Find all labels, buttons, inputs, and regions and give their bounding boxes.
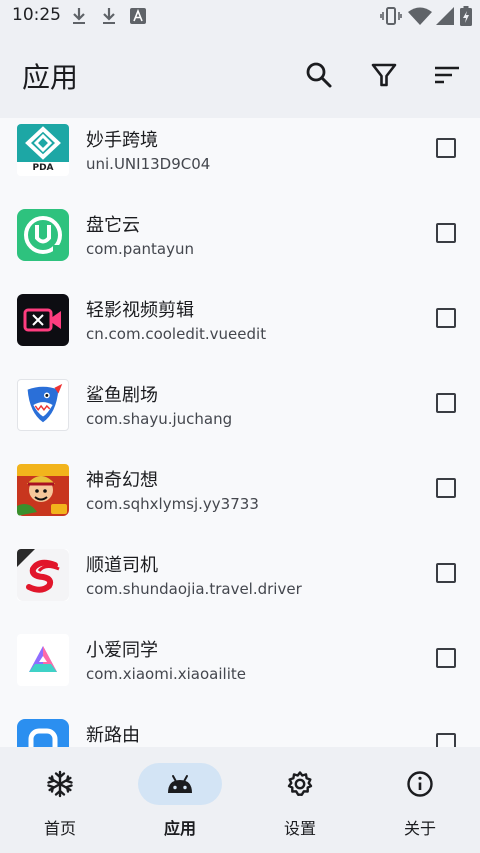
nav-label-settings: 设置 [283, 819, 316, 838]
accessibility-a-icon [130, 8, 146, 24]
list-item[interactable]: 轻影视频剪辑 cn.com.cooledit.vueedit [0, 288, 480, 373]
app-checkbox[interactable] [436, 478, 456, 498]
app-name: 神奇幻想 [86, 470, 158, 491]
app-package: cn.com.cooledit.vueedit [86, 325, 267, 343]
app-checkbox[interactable] [436, 563, 456, 583]
shundao-s-icon [17, 549, 69, 601]
gear-icon [287, 771, 313, 796]
app-name: 盘它云 [86, 215, 140, 236]
app-name: 妙手跨境 [86, 130, 158, 151]
app-checkbox[interactable] [436, 393, 456, 413]
app-package: uni.UNI13D9C04 [86, 155, 211, 173]
list-item[interactable]: 鲨鱼剧场 com.shayu.juchang [0, 373, 480, 458]
app-name: 新路由 [86, 725, 140, 746]
app-package: com.sqhxlymsj.yy3733 [86, 495, 259, 513]
shark-icon [17, 379, 69, 431]
router-icon [17, 719, 69, 747]
game-character-icon [17, 464, 69, 516]
app-checkbox[interactable] [436, 223, 456, 243]
nav-item-home[interactable]: 首页 [0, 747, 120, 853]
app-checkbox[interactable] [436, 733, 456, 747]
nav-item-settings[interactable]: 设置 [240, 747, 360, 853]
app-package: com.shundaojia.travel.driver [86, 580, 302, 598]
app-name: 顺道司机 [86, 555, 158, 576]
list-item[interactable]: PDA 妙手跨境 uni.UNI13D9C04 [0, 118, 480, 203]
nav-label-home: 首页 [43, 819, 76, 838]
top-app-bar: 应用 [0, 32, 480, 118]
sort-icon[interactable] [430, 58, 464, 92]
wifi-icon [408, 7, 432, 25]
app-list: PDA 妙手跨境 uni.UNI13D9C04 盘它云 com.pantayun [0, 118, 480, 747]
app-checkbox[interactable] [436, 138, 456, 158]
status-bar: 10:25 [0, 0, 480, 32]
android-icon [168, 775, 192, 793]
video-editor-icon [17, 294, 69, 346]
status-time: 10:25 [12, 5, 61, 25]
filter-icon[interactable] [367, 58, 401, 92]
download-icon [73, 8, 85, 24]
app-name: 轻影视频剪辑 [86, 300, 194, 321]
nav-label-apps: 应用 [163, 819, 196, 838]
snowflake-icon [47, 770, 73, 798]
signal-icon [436, 7, 454, 25]
list-item[interactable]: 新路由 [0, 713, 480, 747]
pda-label: PDA [32, 163, 54, 173]
list-item[interactable]: 小爱同学 com.xiaomi.xiaoailite [0, 628, 480, 713]
app-checkbox[interactable] [436, 648, 456, 668]
nav-item-apps[interactable]: 应用 [120, 747, 240, 853]
list-item[interactable]: 神奇幻想 com.sqhxlymsj.yy3733 [0, 458, 480, 543]
app-package: com.xiaomi.xiaoailite [86, 665, 246, 683]
battery-charging-icon [460, 6, 472, 26]
app-package: com.pantayun [86, 240, 194, 258]
list-item[interactable]: 顺道司机 com.shundaojia.travel.driver [0, 543, 480, 628]
vibrate-icon [380, 7, 402, 25]
xiaoai-icon [17, 634, 69, 686]
app-package: com.shayu.juchang [86, 410, 233, 428]
nav-label-about: 关于 [403, 819, 436, 838]
app-checkbox[interactable] [436, 308, 456, 328]
app-name: 小爱同学 [86, 640, 158, 661]
miaoshou-pda-icon: PDA [17, 124, 69, 176]
search-icon[interactable] [302, 58, 336, 92]
nav-item-about[interactable]: 关于 [360, 747, 480, 853]
bottom-navigation: 首页 应用 设置 关于 [0, 747, 480, 853]
app-name: 鲨鱼剧场 [86, 385, 158, 406]
page-title: 应用 [22, 61, 79, 94]
info-icon [407, 771, 433, 797]
pantayun-icon [17, 209, 69, 261]
list-item[interactable]: 盘它云 com.pantayun [0, 203, 480, 288]
download-icon [103, 8, 115, 24]
